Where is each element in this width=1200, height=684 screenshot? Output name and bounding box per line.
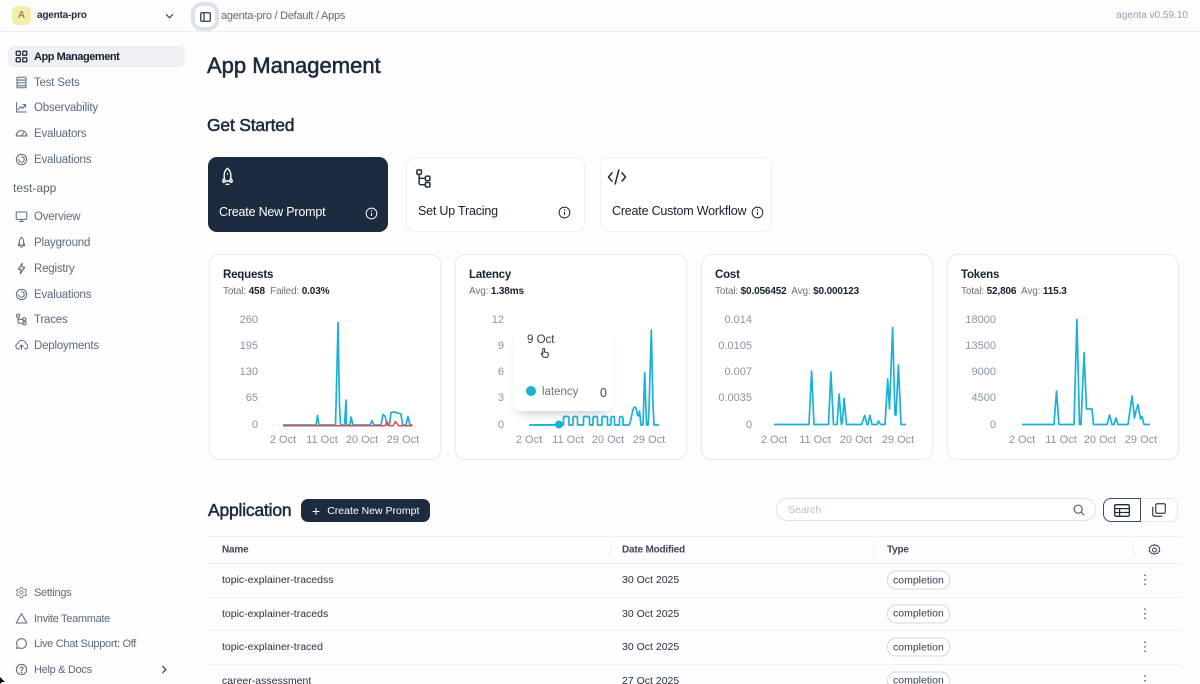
svg-text:0: 0	[746, 419, 752, 431]
svg-text:0.0035: 0.0035	[718, 392, 752, 404]
svg-text:0.007: 0.007	[724, 366, 752, 378]
svg-text:2 Oct: 2 Oct	[270, 434, 296, 446]
svg-text:29 Oct: 29 Oct	[633, 434, 665, 446]
svg-text:130: 130	[240, 366, 258, 378]
svg-text:0.014: 0.014	[724, 314, 752, 326]
svg-text:11 Oct: 11 Oct	[799, 434, 831, 446]
svg-text:2 Oct: 2 Oct	[516, 434, 542, 446]
svg-text:0.0105: 0.0105	[718, 340, 752, 352]
svg-text:0: 0	[498, 419, 504, 431]
svg-text:65: 65	[246, 392, 258, 404]
svg-text:20 Oct: 20 Oct	[1084, 434, 1116, 446]
svg-text:20 Oct: 20 Oct	[840, 434, 872, 446]
svg-text:13500: 13500	[965, 340, 996, 352]
svg-text:9: 9	[498, 340, 504, 352]
svg-text:4500: 4500	[972, 392, 996, 404]
svg-text:18000: 18000	[965, 314, 996, 326]
svg-text:29 Oct: 29 Oct	[1125, 434, 1157, 446]
svg-text:20 Oct: 20 Oct	[592, 434, 624, 446]
svg-text:12: 12	[492, 314, 504, 326]
svg-text:11 Oct: 11 Oct	[306, 434, 338, 446]
svg-text:0: 0	[990, 419, 996, 431]
svg-text:11 Oct: 11 Oct	[1045, 434, 1077, 446]
svg-text:11 Oct: 11 Oct	[552, 434, 584, 446]
svg-text:20 Oct: 20 Oct	[346, 434, 378, 446]
svg-text:3: 3	[498, 392, 504, 404]
svg-text:29 Oct: 29 Oct	[882, 434, 914, 446]
svg-text:2 Oct: 2 Oct	[1009, 434, 1035, 446]
svg-text:195: 195	[240, 340, 258, 352]
svg-text:9000: 9000	[972, 366, 996, 378]
svg-text:6: 6	[498, 366, 504, 378]
svg-text:29 Oct: 29 Oct	[387, 434, 419, 446]
svg-text:260: 260	[240, 314, 258, 326]
svg-text:0: 0	[252, 419, 258, 431]
svg-text:2 Oct: 2 Oct	[761, 434, 787, 446]
